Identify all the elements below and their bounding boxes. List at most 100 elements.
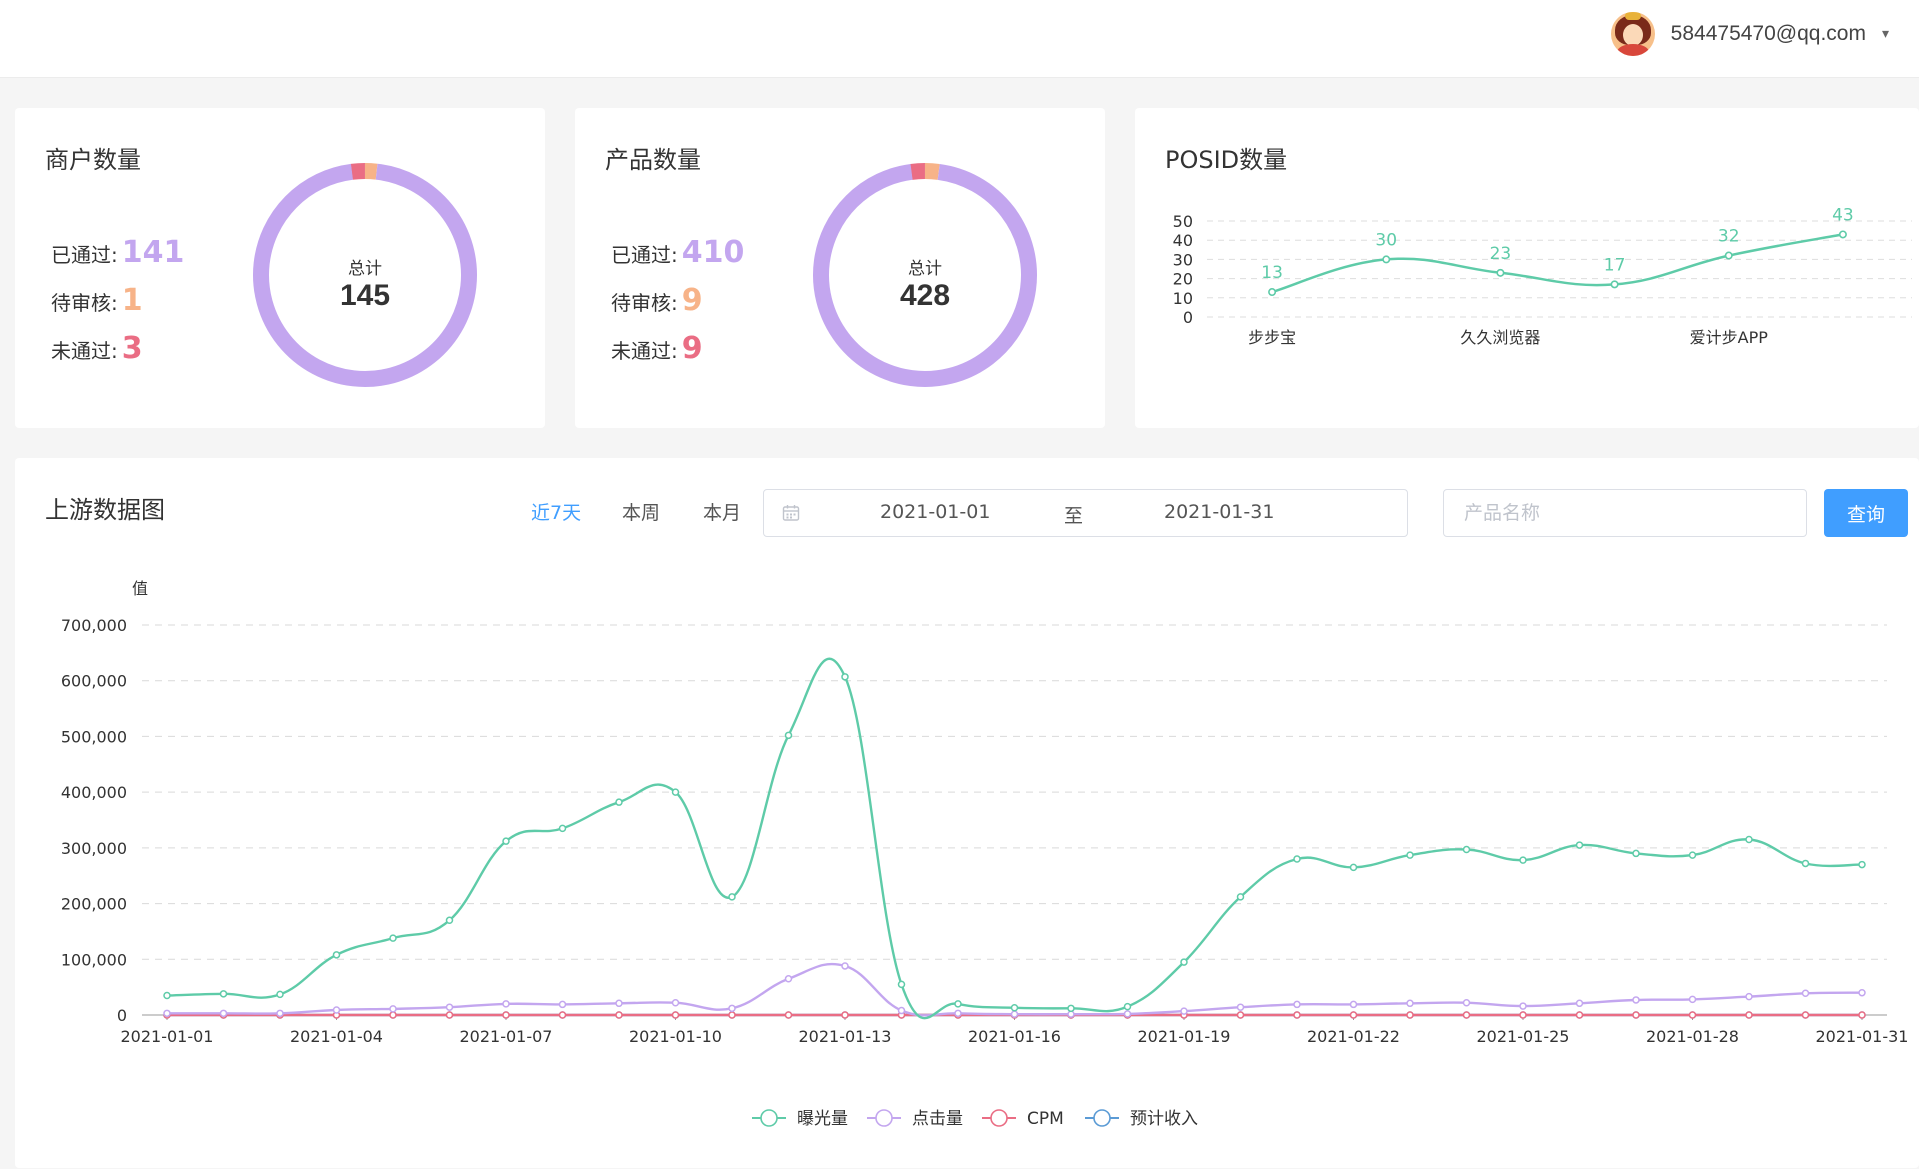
data-point[interactable] bbox=[897, 980, 906, 989]
data-point[interactable] bbox=[1462, 845, 1471, 854]
data-point[interactable] bbox=[671, 788, 680, 796]
data-point[interactable] bbox=[276, 1009, 284, 1018]
date-end-input[interactable]: 2021-01-31 bbox=[1164, 501, 1274, 523]
data-point[interactable] bbox=[219, 990, 228, 998]
data-point[interactable] bbox=[784, 1011, 793, 1019]
legend-item-0[interactable]: 曝光量 bbox=[752, 1109, 848, 1129]
product-name-input[interactable] bbox=[1443, 489, 1807, 537]
data-point[interactable] bbox=[1123, 1010, 1132, 1018]
data-point[interactable] bbox=[1838, 230, 1847, 239]
data-point[interactable] bbox=[1462, 1011, 1471, 1019]
data-point[interactable] bbox=[1858, 988, 1866, 997]
user-email[interactable]: 584475470@qq.com bbox=[1671, 22, 1866, 46]
data-point[interactable] bbox=[389, 934, 397, 942]
data-point[interactable] bbox=[389, 1011, 397, 1019]
data-point[interactable] bbox=[1180, 1007, 1188, 1015]
data-point[interactable] bbox=[1688, 1011, 1697, 1019]
data-point[interactable] bbox=[163, 1009, 171, 1018]
data-point[interactable] bbox=[1349, 1000, 1358, 1009]
data-point[interactable] bbox=[558, 824, 567, 833]
data-point[interactable] bbox=[1406, 999, 1414, 1008]
data-point[interactable] bbox=[558, 1011, 567, 1019]
data-point[interactable] bbox=[445, 1011, 454, 1019]
data-point[interactable] bbox=[728, 1004, 736, 1013]
data-point[interactable] bbox=[332, 1006, 341, 1014]
data-point[interactable] bbox=[784, 975, 793, 983]
data-point[interactable] bbox=[1010, 1010, 1019, 1018]
legend-item-1[interactable]: 点击量 bbox=[867, 1109, 963, 1129]
data-point[interactable] bbox=[1180, 958, 1188, 966]
data-point[interactable] bbox=[954, 1000, 962, 1008]
data-point[interactable] bbox=[1745, 1011, 1753, 1019]
data-point[interactable] bbox=[1293, 1011, 1301, 1019]
data-point[interactable] bbox=[1610, 280, 1619, 289]
data-point[interactable] bbox=[615, 798, 623, 806]
legend-item-2[interactable]: CPM bbox=[982, 1109, 1064, 1129]
data-point[interactable] bbox=[1632, 1011, 1640, 1019]
data-point[interactable] bbox=[841, 1011, 849, 1019]
data-point[interactable] bbox=[276, 990, 284, 999]
data-point[interactable] bbox=[784, 731, 793, 740]
data-point[interactable] bbox=[445, 916, 454, 925]
data-point[interactable] bbox=[219, 1009, 228, 1018]
query-button[interactable]: 查询 bbox=[1824, 489, 1908, 537]
data-point[interactable] bbox=[1236, 1011, 1245, 1019]
data-point[interactable] bbox=[1293, 1000, 1301, 1009]
data-point[interactable] bbox=[1745, 992, 1753, 1001]
data-point[interactable] bbox=[1236, 893, 1245, 901]
data-point[interactable] bbox=[1349, 1011, 1358, 1019]
data-point[interactable] bbox=[615, 1011, 623, 1019]
data-point[interactable] bbox=[1382, 255, 1391, 264]
data-point[interactable] bbox=[954, 1009, 962, 1018]
data-point[interactable] bbox=[1067, 1010, 1075, 1018]
data-point[interactable] bbox=[728, 893, 736, 901]
data-point[interactable] bbox=[841, 962, 849, 970]
data-point[interactable] bbox=[1801, 989, 1810, 998]
avatar[interactable] bbox=[1610, 12, 1655, 56]
data-point[interactable] bbox=[1632, 996, 1640, 1004]
data-point[interactable] bbox=[1496, 268, 1505, 277]
data-point[interactable] bbox=[1575, 1011, 1584, 1019]
data-point[interactable] bbox=[1519, 856, 1527, 864]
data-point[interactable] bbox=[1858, 1011, 1866, 1019]
range-button-last-7-days[interactable]: 近7天 bbox=[531, 498, 581, 525]
data-point[interactable] bbox=[671, 998, 680, 1007]
data-point[interactable] bbox=[1724, 251, 1733, 260]
data-point[interactable] bbox=[502, 1000, 510, 1008]
data-point[interactable] bbox=[163, 991, 171, 1000]
chevron-down-icon[interactable]: ▾ bbox=[1882, 26, 1889, 42]
data-point[interactable] bbox=[1236, 1003, 1245, 1011]
data-point[interactable] bbox=[1268, 288, 1277, 297]
user-menu[interactable]: 584475470@qq.com ▾ bbox=[1610, 12, 1889, 56]
data-point[interactable] bbox=[1858, 860, 1866, 869]
data-point[interactable] bbox=[1632, 849, 1640, 858]
date-range-picker[interactable]: 2021-01-01 至 2021-01-31 bbox=[763, 489, 1408, 537]
data-point[interactable] bbox=[1688, 851, 1697, 859]
data-point[interactable] bbox=[1123, 1002, 1132, 1011]
data-point[interactable] bbox=[728, 1011, 736, 1019]
data-point[interactable] bbox=[389, 1005, 397, 1013]
data-point[interactable] bbox=[1406, 1011, 1414, 1019]
data-point[interactable] bbox=[1688, 995, 1697, 1004]
data-point[interactable] bbox=[558, 1000, 567, 1009]
data-point[interactable] bbox=[1406, 851, 1414, 859]
data-point[interactable] bbox=[502, 837, 510, 845]
legend-item-3[interactable]: 预计收入 bbox=[1085, 1109, 1198, 1129]
data-point[interactable] bbox=[671, 1011, 680, 1019]
data-point[interactable] bbox=[332, 951, 341, 959]
data-point[interactable] bbox=[897, 1006, 906, 1015]
date-start-input[interactable]: 2021-01-01 bbox=[880, 501, 990, 523]
data-point[interactable] bbox=[1801, 859, 1810, 868]
range-button-this-month[interactable]: 本月 bbox=[703, 498, 741, 525]
data-point[interactable] bbox=[1801, 1011, 1810, 1019]
data-point[interactable] bbox=[841, 673, 849, 681]
data-point[interactable] bbox=[1519, 1011, 1527, 1019]
data-point[interactable] bbox=[445, 1003, 454, 1011]
data-point[interactable] bbox=[1745, 835, 1753, 844]
data-point[interactable] bbox=[502, 1011, 510, 1019]
data-point[interactable] bbox=[1349, 863, 1358, 872]
data-point[interactable] bbox=[1293, 855, 1301, 863]
data-point[interactable] bbox=[1010, 1004, 1019, 1012]
data-point[interactable] bbox=[1575, 841, 1584, 849]
data-point[interactable] bbox=[1575, 999, 1584, 1008]
